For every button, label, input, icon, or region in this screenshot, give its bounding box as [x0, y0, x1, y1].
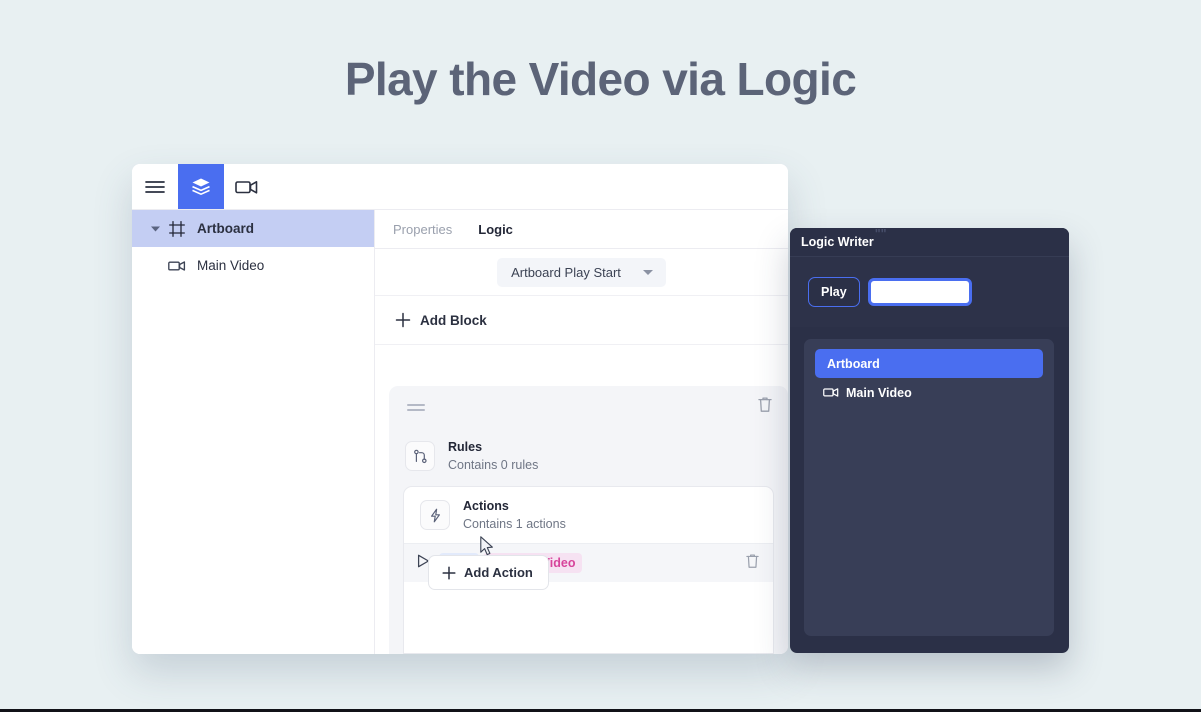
add-block-button[interactable]: Add Block	[375, 296, 788, 345]
actions-title: Actions	[463, 499, 509, 513]
trash-icon	[746, 553, 759, 568]
add-block-label: Add Block	[420, 312, 487, 328]
toolbar	[132, 164, 788, 210]
tab-properties[interactable]: Properties	[393, 222, 452, 237]
logic-writer-expression-row: Play	[790, 257, 1069, 327]
plus-icon	[442, 565, 456, 580]
video-icon	[823, 387, 839, 398]
sidebar-item-artboard[interactable]: Artboard	[132, 210, 374, 247]
video-icon	[166, 260, 188, 272]
tab-logic[interactable]: Logic	[478, 222, 513, 237]
tab-bar: Properties Logic	[375, 210, 788, 249]
artboard-icon	[166, 220, 188, 237]
screenshot-root: Play the Video via Logic Artboard Main V…	[0, 0, 1201, 712]
logic-writer-title: Logic Writer	[801, 235, 874, 249]
sidebar-item-main-video[interactable]: Main Video	[132, 247, 374, 284]
delete-action-button[interactable]	[746, 553, 759, 574]
menu-icon	[145, 180, 165, 193]
rules-title: Rules	[448, 440, 483, 454]
sidebar-item-label: Main Video	[197, 258, 265, 273]
layers-icon	[192, 178, 210, 196]
logic-writer-option-main-video[interactable]: Main Video	[815, 378, 1043, 407]
logic-writer-panel: Logic Writer "" Play Artboard Main Video	[790, 228, 1069, 653]
title-quote-mark: ""	[874, 228, 887, 241]
actions-text: Actions Contains 1 actions	[463, 497, 566, 533]
trash-icon	[758, 397, 772, 412]
rules-row[interactable]: Rules Contains 0 rules	[389, 428, 788, 484]
actions-card: Actions Contains 1 actions Play	[403, 486, 774, 654]
drag-handle-icon[interactable]	[407, 401, 425, 414]
trigger-bar: Artboard Play Start	[375, 249, 788, 296]
logic-writer-title-bar: Logic Writer ""	[790, 228, 1069, 257]
rules-text: Rules Contains 0 rules	[448, 438, 538, 474]
trigger-select-value: Artboard Play Start	[511, 264, 621, 280]
rules-subtitle: Contains 0 rules	[448, 458, 539, 472]
logic-writer-option-label: Main Video	[846, 385, 912, 400]
sidebar-item-label: Artboard	[197, 221, 254, 236]
logic-block-card: Rules Contains 0 rules Actions Contains …	[389, 386, 788, 654]
plus-icon	[395, 312, 411, 328]
actions-row[interactable]: Actions Contains 1 actions	[404, 487, 773, 543]
app-window: Artboard Main Video Properties Logic Art…	[132, 164, 788, 654]
chevron-down-icon[interactable]	[144, 226, 166, 232]
rules-branch-icon	[405, 441, 435, 471]
logic-writer-option-label: Artboard	[827, 356, 880, 371]
chevron-down-icon	[642, 269, 653, 275]
logic-writer-option-artboard[interactable]: Artboard	[815, 349, 1043, 378]
layers-sidebar: Artboard Main Video	[132, 210, 375, 654]
layers-icon-button[interactable]	[178, 164, 224, 209]
delete-block-button[interactable]	[758, 396, 772, 418]
actions-subtitle: Contains 1 actions	[463, 517, 566, 531]
logic-writer-options-list: Artboard Main Video	[804, 339, 1054, 636]
mouse-cursor-icon	[480, 536, 495, 562]
right-pane: Properties Logic Artboard Play Start Add…	[375, 210, 788, 654]
trigger-select[interactable]: Artboard Play Start	[497, 257, 666, 287]
logic-writer-verb-pill[interactable]: Play	[808, 277, 860, 307]
video-icon	[235, 180, 258, 194]
menu-icon-button[interactable]	[132, 164, 178, 209]
lightning-icon	[420, 500, 450, 530]
page-title: Play the Video via Logic	[344, 53, 857, 105]
video-icon-button[interactable]	[224, 164, 270, 209]
block-header	[389, 386, 788, 428]
logic-writer-target-input[interactable]	[867, 278, 972, 306]
add-action-label: Add Action	[464, 565, 533, 580]
